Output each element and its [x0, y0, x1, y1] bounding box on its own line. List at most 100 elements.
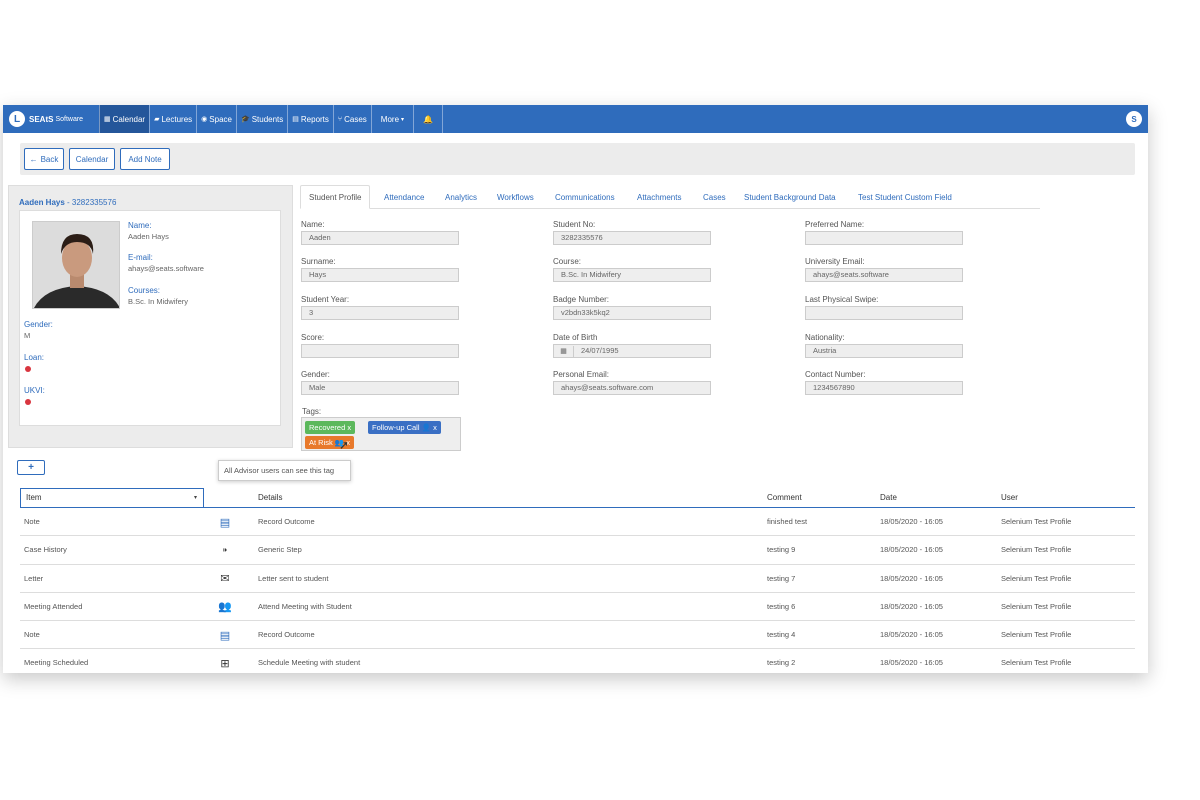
- name-value: Aaden Hays: [128, 232, 169, 241]
- nav-cases-label: Cases: [344, 114, 367, 124]
- email-label: E-mail:: [128, 253, 153, 262]
- remove-tag-icon[interactable]: x: [433, 423, 437, 432]
- back-button[interactable]: ← Back: [24, 148, 64, 170]
- table-row[interactable]: Note ▤ Record Outcome finished test 18/05/20…: [20, 508, 1135, 537]
- user-avatar[interactable]: S: [1126, 111, 1142, 127]
- space-icon: ◉: [201, 116, 208, 123]
- item-filter-select[interactable]: Item ▾: [20, 488, 204, 508]
- gender-field[interactable]: Male: [301, 381, 459, 395]
- loan-status-dot: [25, 366, 31, 372]
- gender-label: Gender:: [24, 320, 53, 329]
- tab-communications[interactable]: Communications: [555, 185, 615, 209]
- ukvi-label: UKVI:: [24, 386, 45, 395]
- tags-label: Tags:: [302, 407, 322, 416]
- tab-custom-field[interactable]: Test Student Custom Field: [858, 185, 952, 209]
- dob-value: 24/07/1995: [581, 346, 619, 355]
- nav-students[interactable]: 🎓 Students: [235, 105, 287, 133]
- nav-more[interactable]: More ▾: [370, 105, 413, 133]
- tag-visibility-tooltip: All Advisor users can see this tag: [218, 460, 351, 481]
- row-comment: testing 2: [767, 658, 796, 668]
- nav-reports[interactable]: ▤ Reports: [287, 105, 333, 133]
- calendar-plus-icon: ⊞: [220, 657, 230, 670]
- lectures-icon: ▰: [154, 116, 160, 123]
- nav-students-label: Students: [251, 114, 284, 124]
- tag-follow-up-call[interactable]: Follow-up Call 👤 x: [368, 421, 441, 434]
- nav-calendar-label: Calendar: [112, 114, 146, 124]
- tag-recovered[interactable]: Recovered x: [305, 421, 356, 434]
- row-user: Selenium Test Profile: [1001, 517, 1072, 526]
- row-details: Record Outcome: [258, 630, 315, 640]
- contact-field[interactable]: 1234567890: [805, 381, 963, 395]
- notifications-bell[interactable]: 🔔: [413, 105, 444, 133]
- gender-field-label: Gender:: [301, 370, 330, 379]
- brand-sub: Software: [55, 115, 84, 123]
- tab-cases[interactable]: Cases: [703, 185, 726, 209]
- tab-attendance[interactable]: Attendance: [384, 185, 424, 209]
- remove-tag-icon[interactable]: x: [347, 423, 351, 432]
- nav-space[interactable]: ◉ Space: [196, 105, 236, 133]
- brand-logo[interactable]: L SEAtS Software: [3, 111, 99, 127]
- add-note-button[interactable]: Add Note: [120, 148, 170, 170]
- dob-field[interactable]: ▦ 24/07/1995: [553, 344, 711, 358]
- action-toolbar: ← Back Calendar Add Note: [20, 143, 1135, 175]
- email-value: ahays@seats.software: [128, 264, 204, 273]
- swipe-field[interactable]: [805, 306, 963, 320]
- name-field[interactable]: Aaden: [301, 231, 459, 245]
- row-item: Letter: [24, 573, 44, 583]
- envelope-icon: ✉: [220, 573, 230, 586]
- row-item: Meeting Attended: [24, 601, 83, 611]
- tab-background-data[interactable]: Student Background Data: [744, 185, 836, 209]
- badge-field-label: Badge Number:: [553, 295, 610, 304]
- studentno-field-label: Student No:: [553, 220, 596, 229]
- uemail-field[interactable]: ahays@seats.software: [805, 268, 963, 282]
- table-row[interactable]: Letter ✉ Letter sent to student testing 7 18…: [20, 565, 1135, 593]
- nav-lectures[interactable]: ▰ Lectures: [149, 105, 196, 133]
- tags-box[interactable]: Recovered x Follow-up Call 👤 x At Risk 👥…: [301, 417, 461, 451]
- studentno-field[interactable]: 3282335576: [553, 231, 711, 245]
- nav-reports-label: Reports: [300, 114, 329, 124]
- tab-student-profile[interactable]: Student Profile: [300, 185, 371, 209]
- nav-calendar[interactable]: ▦ Calendar: [99, 105, 150, 133]
- nav-cases[interactable]: ⑂ Cases: [332, 105, 371, 133]
- row-comment: testing 9: [767, 545, 796, 555]
- row-user: Selenium Test Profile: [1001, 545, 1072, 555]
- table-row[interactable]: Meeting Scheduled ⊞ Schedule Meeting with …: [20, 649, 1135, 673]
- surname-field-label: Surname:: [301, 257, 336, 266]
- surname-field[interactable]: Hays: [301, 268, 459, 282]
- row-date: 18/05/2020 - 16:05: [880, 517, 943, 526]
- tab-analytics[interactable]: Analytics: [445, 185, 477, 209]
- course-field[interactable]: B.Sc. In Midwifery: [553, 268, 711, 282]
- back-label: Back: [40, 154, 59, 164]
- row-date: 18/05/2020 - 16:05: [880, 573, 943, 583]
- score-field-label: Score:: [301, 333, 325, 342]
- badge-field[interactable]: v2bdn33k5kq2: [553, 306, 711, 320]
- loan-label: Loan:: [24, 353, 45, 362]
- pemail-field-label: Personal Email:: [553, 370, 610, 379]
- row-comment: finished test: [767, 517, 808, 526]
- pref-field-label: Preferred Name:: [805, 220, 865, 229]
- student-card: Name: Aaden Hays E-mail: ahays@seats.sof…: [19, 210, 281, 426]
- nat-field[interactable]: Austria: [805, 344, 963, 358]
- year-field[interactable]: 3: [301, 306, 459, 320]
- table-row[interactable]: Meeting Attended 👥 Attend Meeting with Stu…: [20, 593, 1135, 622]
- row-date: 18/05/2020 - 16:05: [880, 601, 943, 611]
- row-date: 18/05/2020 - 16:05: [880, 658, 943, 668]
- table-row[interactable]: Case History ⁍ Generic Step testing 9 18/05/…: [20, 536, 1135, 565]
- courses-label: Courses:: [128, 286, 161, 295]
- pemail-field[interactable]: ahays@seats.software.com: [553, 381, 711, 395]
- nat-field-label: Nationality:: [805, 333, 845, 342]
- calendar-button[interactable]: Calendar: [69, 148, 115, 170]
- table-row[interactable]: Note ▤ Record Outcome testing 4 18/05/2020 -…: [20, 621, 1135, 650]
- row-details: Record Outcome: [258, 517, 315, 526]
- nav-lectures-label: Lectures: [161, 114, 193, 124]
- pref-field[interactable]: [805, 231, 963, 245]
- tab-workflows[interactable]: Workflows: [497, 185, 534, 209]
- add-item-button[interactable]: +: [17, 460, 45, 475]
- comment-header: Comment: [767, 493, 802, 502]
- student-photo: [32, 221, 120, 309]
- tag-at-risk-label: At Risk: [309, 438, 333, 447]
- row-item: Case History: [24, 545, 67, 555]
- student-photo-image: [33, 222, 119, 308]
- tab-attachments[interactable]: Attachments: [637, 185, 681, 209]
- score-field[interactable]: [301, 344, 459, 358]
